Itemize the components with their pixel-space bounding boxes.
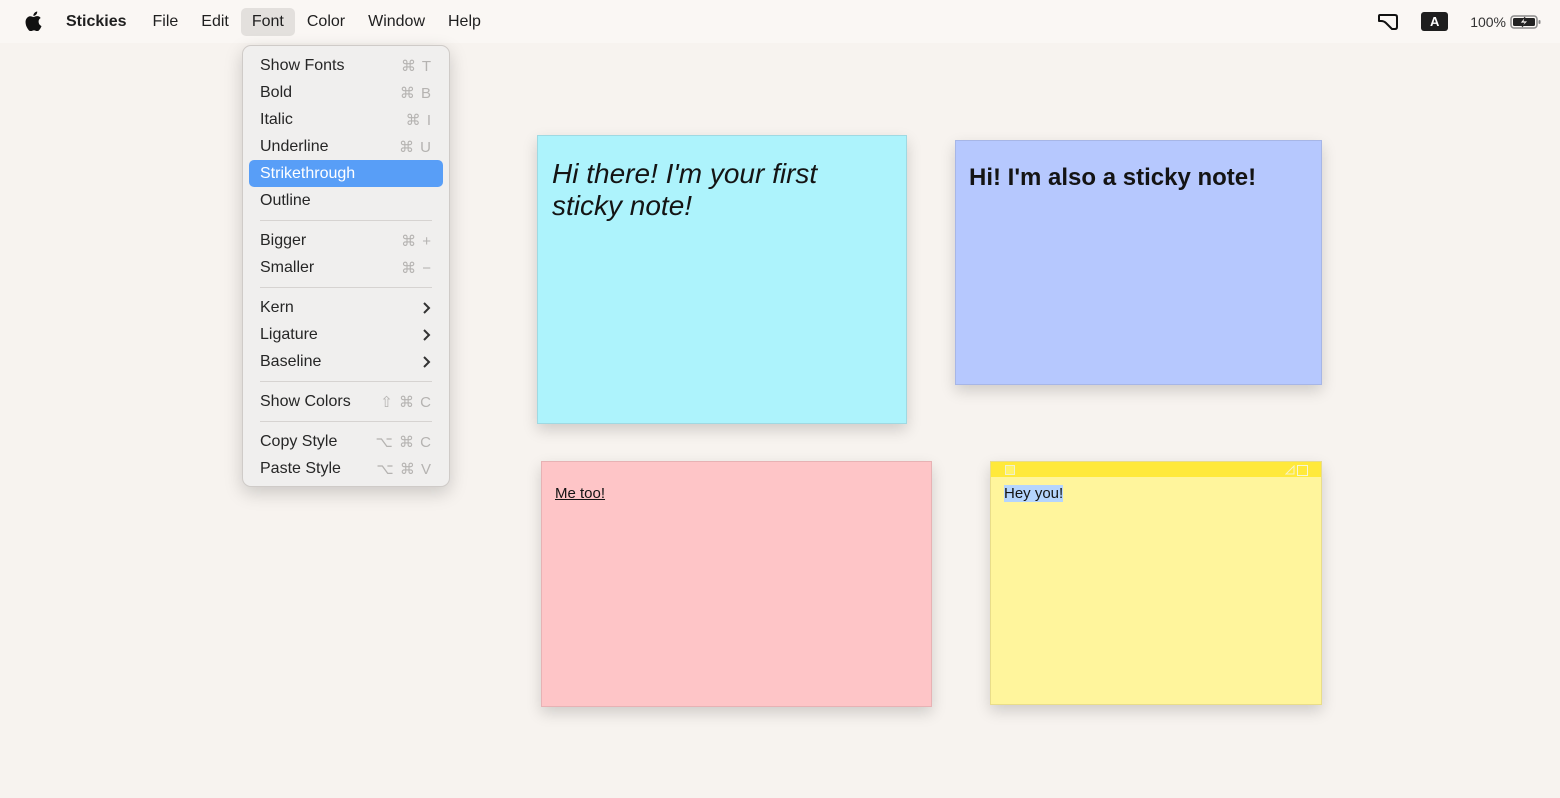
menu-app-stickies[interactable]: Stickies: [54, 8, 140, 36]
shortcut-label: ⌥ ⌘ V: [376, 460, 432, 478]
battery-percent: 100%: [1470, 13, 1506, 30]
close-box-icon[interactable]: [1005, 465, 1015, 475]
sticky-note-purple[interactable]: Hi! I'm also a sticky note!: [955, 140, 1322, 385]
shortcut-label: ⌘ +: [401, 232, 432, 250]
shortcut-label: ⌘ −: [401, 259, 432, 277]
menu-file[interactable]: File: [141, 8, 189, 36]
selected-text[interactable]: Hey you!: [1004, 485, 1064, 502]
note-titlebar[interactable]: [991, 462, 1321, 477]
menu-item-underline[interactable]: Underline ⌘ U: [249, 133, 443, 160]
menu-item-bold[interactable]: Bold ⌘ B: [249, 79, 443, 106]
menu-item-ligature[interactable]: Ligature: [249, 321, 443, 348]
note-text[interactable]: Hey you!: [1004, 485, 1064, 502]
menu-item-kern[interactable]: Kern: [249, 294, 443, 321]
menu-window[interactable]: Window: [357, 8, 436, 36]
menu-help[interactable]: Help: [437, 8, 492, 36]
resize-triangle-icon[interactable]: [1285, 465, 1295, 475]
shortcut-label: ⌥ ⌘ C: [375, 433, 432, 451]
menu-item-paste-style[interactable]: Paste Style ⌥ ⌘ V: [249, 455, 443, 482]
menu-separator: [260, 421, 432, 422]
chevron-right-icon: [423, 301, 431, 314]
input-source-badge[interactable]: A: [1421, 12, 1449, 31]
menu-separator: [260, 381, 432, 382]
chevron-right-icon: [423, 355, 431, 368]
menu-edit[interactable]: Edit: [190, 8, 240, 36]
menu-item-copy-style[interactable]: Copy Style ⌥ ⌘ C: [249, 428, 443, 455]
font-menu-dropdown: Show Fonts ⌘ T Bold ⌘ B Italic ⌘ I Under…: [242, 45, 450, 487]
menu-item-smaller[interactable]: Smaller ⌘ −: [249, 254, 443, 281]
menu-item-show-colors[interactable]: Show Colors ⇧ ⌘ C: [249, 388, 443, 415]
menu-item-baseline[interactable]: Baseline: [249, 348, 443, 375]
menu-item-outline[interactable]: Outline: [249, 187, 443, 214]
battery-charging-icon[interactable]: [1510, 14, 1542, 30]
menu-item-italic[interactable]: Italic ⌘ I: [249, 106, 443, 133]
menu-item-strikethrough[interactable]: Strikethrough: [249, 160, 443, 187]
screen-mirroring-icon[interactable]: [1377, 13, 1399, 31]
note-text[interactable]: Hi! I'm also a sticky note!: [969, 164, 1256, 192]
note-text[interactable]: Me too!: [555, 485, 605, 502]
menu-bar: Stickies File Edit Font Color Window Hel…: [0, 0, 1560, 43]
menu-font[interactable]: Font: [240, 7, 295, 36]
menu-item-bigger[interactable]: Bigger ⌘ +: [249, 227, 443, 254]
menu-item-show-fonts[interactable]: Show Fonts ⌘ T: [249, 52, 443, 79]
shortcut-label: ⌘ T: [400, 57, 432, 75]
collapse-box-icon[interactable]: [1297, 465, 1308, 476]
sticky-note-yellow[interactable]: Hey you!: [990, 461, 1322, 705]
apple-logo-icon[interactable]: [24, 11, 42, 31]
shortcut-label: ⌘ B: [399, 84, 432, 102]
shortcut-label: ⌘ I: [405, 111, 432, 129]
menu-separator: [260, 220, 432, 221]
menu-color[interactable]: Color: [296, 8, 356, 36]
status-area: A 100%: [1355, 0, 1542, 43]
sticky-note-pink[interactable]: Me too!: [541, 461, 932, 707]
shortcut-label: ⇧ ⌘ C: [380, 393, 432, 411]
sticky-note-blue[interactable]: Hi there! I'm your first sticky note!: [537, 135, 907, 424]
chevron-right-icon: [423, 328, 431, 341]
shortcut-label: ⌘ U: [399, 138, 432, 156]
note-text[interactable]: Hi there! I'm your first sticky note!: [552, 158, 892, 222]
menu-separator: [260, 287, 432, 288]
